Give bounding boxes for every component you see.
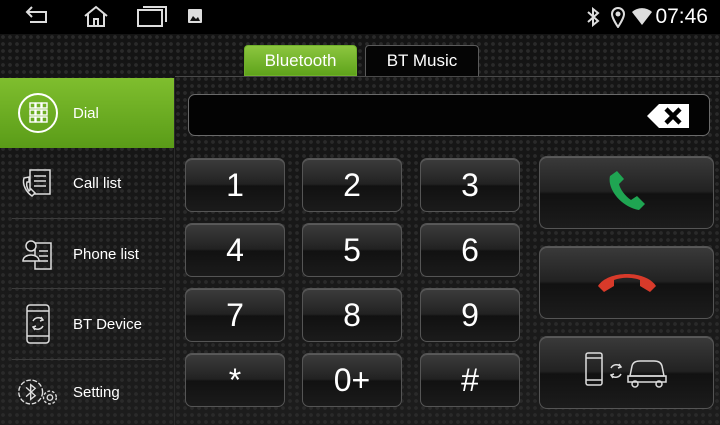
- bt-device-icon: [16, 302, 60, 346]
- phone-car-transfer-icon: [582, 350, 672, 395]
- key-0-plus[interactable]: 0+: [302, 353, 402, 407]
- status-bar: 07:46: [0, 0, 720, 34]
- bluetooth-phone-app: Bluetooth BT Music Dial Call list Phone …: [0, 34, 720, 425]
- sidebar-item-call-list[interactable]: Call list: [0, 148, 174, 218]
- tab-bluetooth[interactable]: Bluetooth: [244, 45, 357, 76]
- sidebar-item-dial[interactable]: Dial: [0, 78, 174, 148]
- sidebar-item-bt-device[interactable]: BT Device: [0, 289, 174, 359]
- key-8[interactable]: 8: [302, 288, 402, 342]
- sidebar-item-setting[interactable]: Setting: [0, 359, 174, 425]
- hangup-icon: [594, 266, 660, 299]
- contacts-icon: [16, 232, 60, 276]
- recent-apps-icon[interactable]: [136, 4, 168, 33]
- sidebar-item-label: BT Device: [73, 315, 142, 333]
- call-button[interactable]: [539, 156, 714, 229]
- key-hash[interactable]: #: [420, 353, 520, 407]
- hangup-button[interactable]: [539, 246, 714, 319]
- key-star[interactable]: *: [185, 353, 285, 407]
- sidebar: Dial Call list Phone list BT Device Sett…: [0, 78, 175, 425]
- sidebar-item-phone-list[interactable]: Phone list: [0, 219, 174, 289]
- location-icon: [610, 6, 626, 33]
- backspace-icon[interactable]: [645, 103, 691, 129]
- gallery-icon: [188, 9, 202, 28]
- key-3[interactable]: 3: [420, 158, 520, 212]
- tab-bt-music[interactable]: BT Music: [365, 45, 479, 76]
- key-2[interactable]: 2: [302, 158, 402, 212]
- clock: 07:46: [655, 5, 708, 28]
- tab-underline: [175, 76, 720, 77]
- key-7[interactable]: 7: [185, 288, 285, 342]
- settings-icon: [16, 370, 60, 414]
- wifi-icon: [632, 8, 652, 31]
- sidebar-edge: [174, 78, 175, 425]
- key-1[interactable]: 1: [185, 158, 285, 212]
- number-display[interactable]: [188, 94, 710, 136]
- key-9[interactable]: 9: [420, 288, 520, 342]
- sidebar-item-label: Call list: [73, 174, 122, 192]
- key-6[interactable]: 6: [420, 223, 520, 277]
- home-icon[interactable]: [82, 4, 110, 33]
- bluetooth-icon: [586, 6, 600, 32]
- transfer-audio-button[interactable]: [539, 336, 714, 409]
- sidebar-item-label: Phone list: [73, 245, 139, 263]
- call-icon: [605, 167, 649, 218]
- key-5[interactable]: 5: [302, 223, 402, 277]
- call-list-icon: [16, 161, 60, 205]
- sidebar-item-label: Dial: [73, 104, 99, 122]
- back-icon[interactable]: [24, 4, 52, 31]
- dialpad-icon: [16, 91, 60, 135]
- sidebar-item-label: Setting: [73, 383, 120, 401]
- key-4[interactable]: 4: [185, 223, 285, 277]
